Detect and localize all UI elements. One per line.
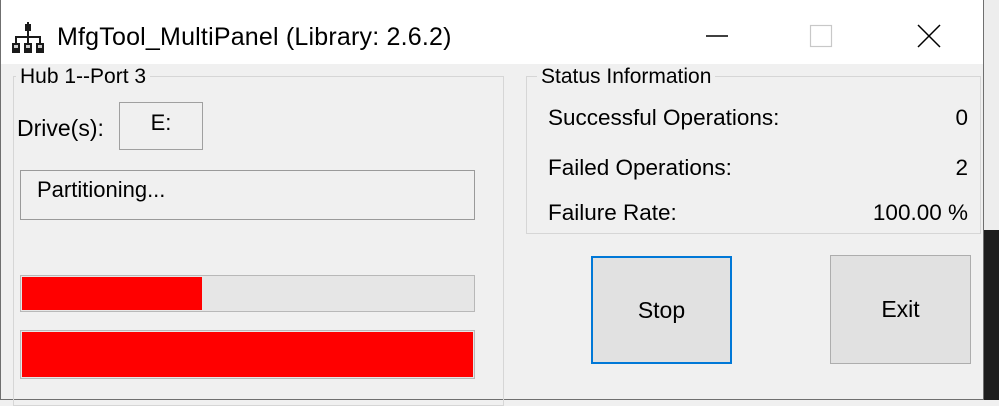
operation-status-field: Partitioning...: [20, 170, 475, 220]
minimize-button[interactable]: [687, 8, 747, 64]
network-hub-icon: [12, 22, 44, 53]
drive-letter-box: E:: [119, 102, 203, 150]
failed-operations-row: Failed Operations: 2: [548, 155, 968, 181]
successful-operations-value: 0: [955, 105, 968, 130]
failed-operations-value: 2: [955, 155, 968, 180]
step-progress-bar: [20, 275, 475, 312]
step-progress-fill: [22, 277, 202, 310]
drives-label: Drive(s):: [17, 115, 104, 141]
close-button[interactable]: [899, 8, 959, 64]
failure-rate-value: 100.00 %: [872, 200, 968, 225]
maximize-button[interactable]: [791, 8, 851, 64]
failure-rate-row: Failure Rate: 100.00 %: [548, 200, 968, 226]
close-icon: [917, 24, 941, 48]
failed-operations-label: Failed Operations:: [548, 155, 732, 180]
hub-port-label: Hub 1--Port 3: [16, 65, 151, 89]
overall-progress-fill: [22, 332, 473, 377]
minimize-icon: [706, 35, 728, 37]
status-information-label: Status Information: [537, 65, 716, 89]
title-bar[interactable]: MfgTool_MultiPanel (Library: 2.6.2): [1, 8, 983, 64]
stop-button[interactable]: Stop: [591, 256, 732, 364]
maximize-icon: [809, 24, 833, 48]
overall-progress-bar: [20, 330, 475, 379]
successful-operations-label: Successful Operations:: [548, 105, 780, 130]
successful-operations-row: Successful Operations: 0: [548, 105, 968, 131]
desktop-strip: [984, 230, 999, 400]
exit-button[interactable]: Exit: [830, 255, 971, 364]
window-title: MfgTool_MultiPanel (Library: 2.6.2): [57, 23, 452, 51]
window-top-edge: [1, 0, 983, 8]
desktop-background-right: [984, 0, 999, 400]
failure-rate-label: Failure Rate:: [548, 200, 677, 225]
app-window: MfgTool_MultiPanel (Library: 2.6.2) Hub …: [0, 0, 984, 406]
